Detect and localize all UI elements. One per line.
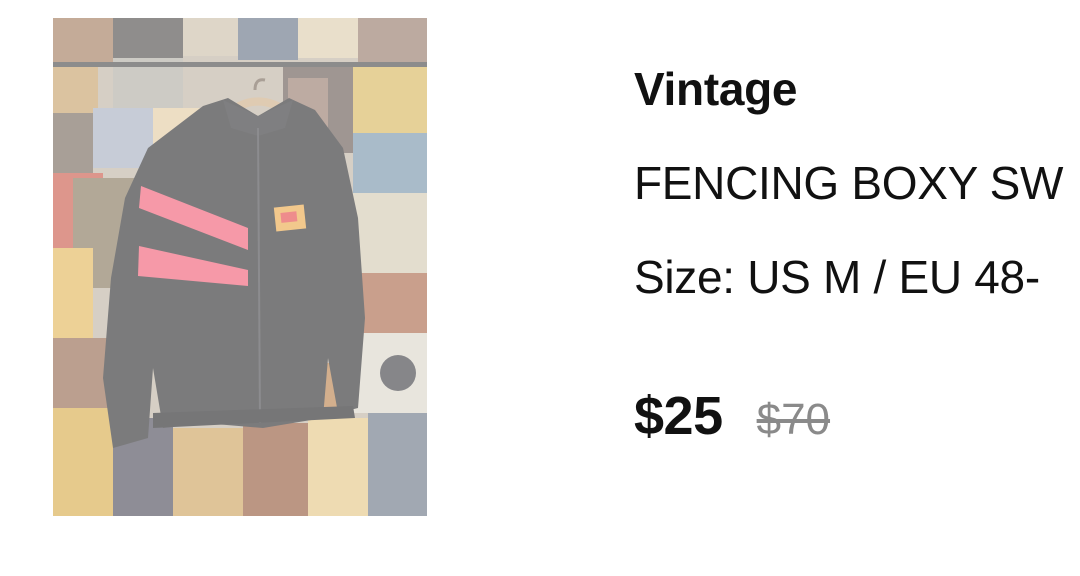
product-size: Size: US M / EU 48- xyxy=(634,251,1040,303)
product-title[interactable]: FENCING BOXY SW xyxy=(634,156,1063,210)
price-row: $25 $70 xyxy=(634,385,830,447)
original-price: $70 xyxy=(756,395,831,444)
product-image[interactable] xyxy=(53,18,427,516)
current-price: $25 xyxy=(634,386,723,446)
product-brand: Vintage xyxy=(634,63,798,115)
product-photo xyxy=(53,18,427,516)
product-info: Vintage FENCING BOXY SW Size: US M / EU … xyxy=(634,0,1080,576)
product-card[interactable]: Vintage FENCING BOXY SW Size: US M / EU … xyxy=(0,0,1080,576)
